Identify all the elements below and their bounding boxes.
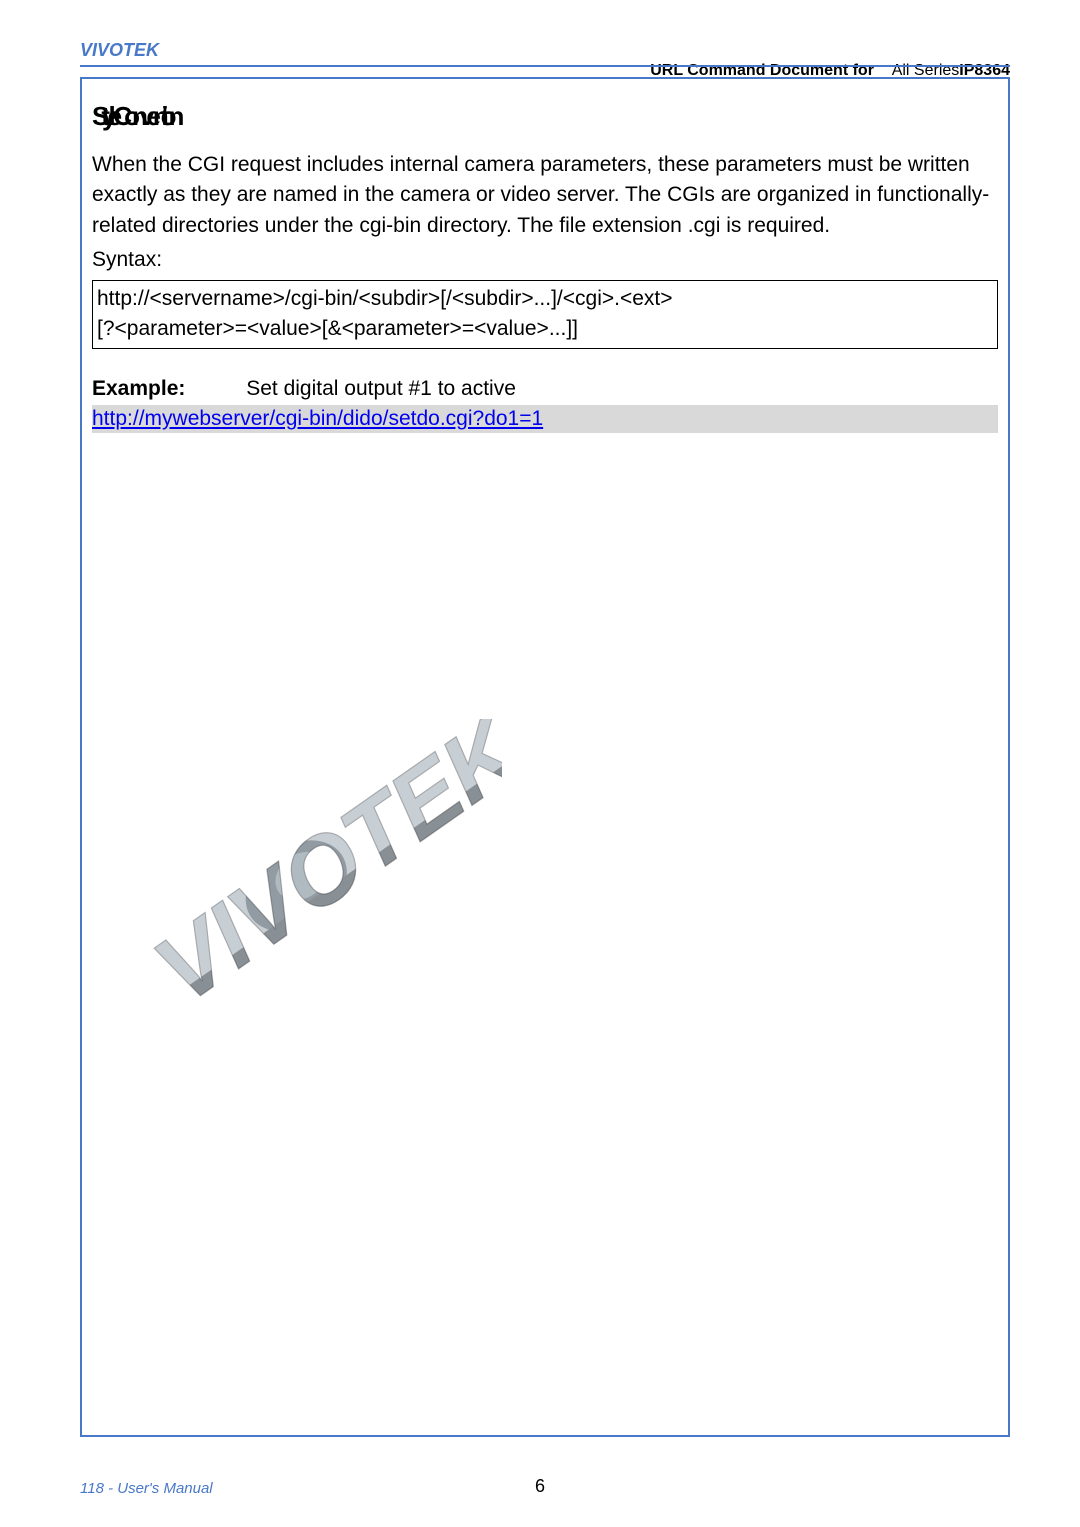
header-divider: [80, 65, 1010, 67]
footer-page-number: 6: [535, 1476, 545, 1497]
syntax-label: Syntax:: [92, 245, 998, 275]
syntax-line2: [?<parameter>=<value>[&<parameter>=<valu…: [97, 314, 993, 344]
syntax-box: http://<servername>/cgi-bin/<subdir>[/<s…: [92, 280, 998, 349]
footer-left: 118 - User's Manual: [80, 1480, 213, 1497]
content-frame: Style Convention When the CGI request in…: [80, 77, 1010, 1437]
svg-text:VIVOTEK: VIVOTEK: [137, 719, 502, 1023]
example-text: Set digital output #1 to active: [246, 377, 516, 400]
example-label: Example:: [92, 377, 185, 400]
page: VIVOTEK URL Command Document for All Ser…: [0, 0, 1080, 1527]
syntax-line1: http://<servername>/cgi-bin/<subdir>[/<s…: [97, 284, 993, 314]
example-url-link[interactable]: http://mywebserver/cgi-bin/dido/setdo.cg…: [92, 407, 543, 430]
watermark-logo: VIVOTEK VIVOTEK: [102, 719, 502, 1069]
section-heading: Style Convention: [92, 101, 998, 132]
intro-paragraph: When the CGI request includes internal c…: [92, 150, 998, 241]
brand-label: VIVOTEK: [80, 40, 1010, 61]
example-row: Example: Set digital output #1 to active: [92, 377, 998, 401]
example-url-row: http://mywebserver/cgi-bin/dido/setdo.cg…: [92, 405, 998, 433]
